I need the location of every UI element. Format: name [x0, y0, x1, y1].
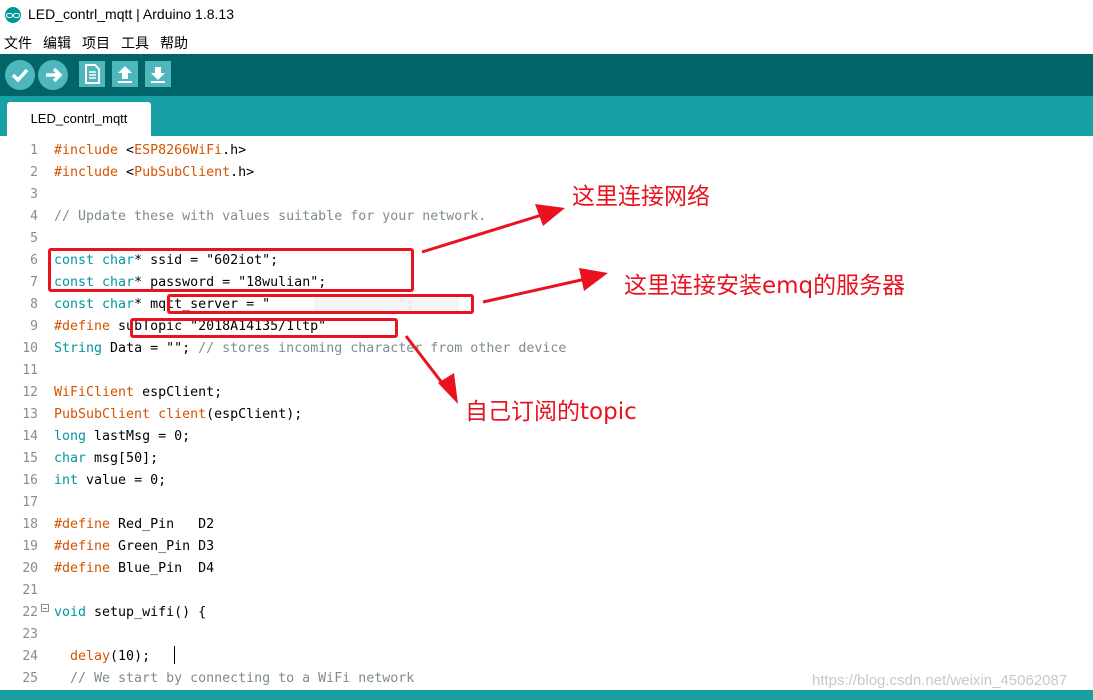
annotation-arrows: [404, 204, 608, 404]
arrow-head-server: [579, 268, 608, 291]
watermark: https://blog.csdn.net/weixin_45062087: [812, 672, 1068, 689]
annotation-network: 这里连接网络: [572, 184, 710, 210]
annotation-server: 这里连接安装emq的服务器: [624, 273, 906, 299]
arrow-head-network: [535, 204, 565, 226]
arrow-head-topic: [438, 373, 458, 404]
annotation-topic: 自己订阅的topic: [465, 399, 637, 425]
